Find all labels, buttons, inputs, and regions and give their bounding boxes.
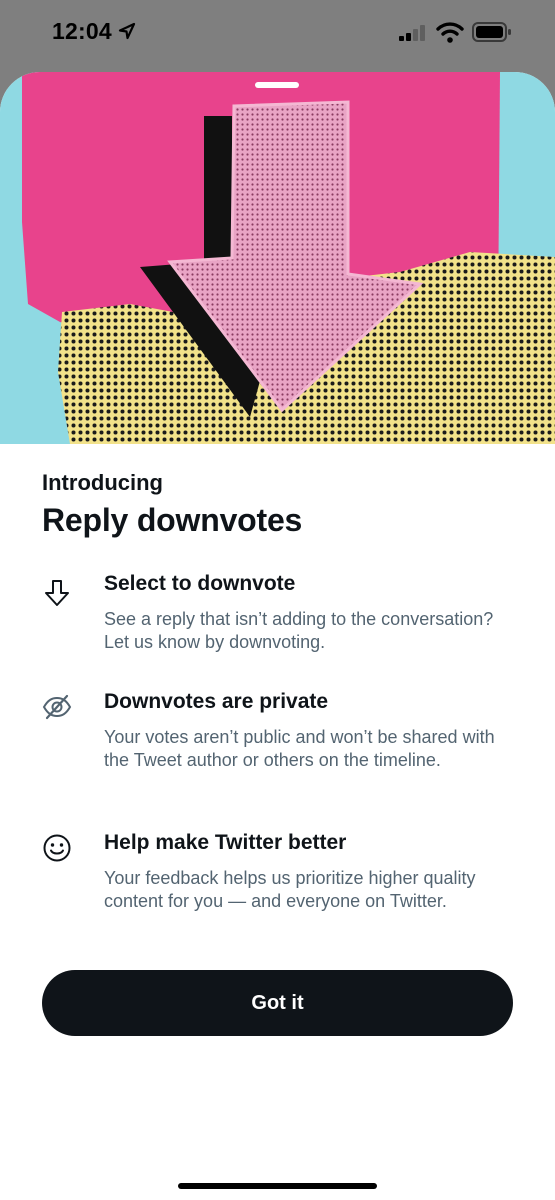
battery-icon	[472, 22, 512, 47]
feature-description: Your votes aren’t public and won’t be sh…	[104, 727, 495, 770]
bottom-sheet: Introducing Reply downvotes Select to do…	[0, 72, 555, 1200]
status-time: 12:04	[52, 18, 112, 44]
sheet-title: Reply downvotes	[42, 502, 303, 538]
wifi-icon	[436, 21, 464, 48]
eye-slash-icon	[42, 692, 72, 727]
hero-illustration	[0, 72, 555, 444]
arrow-down-icon	[42, 578, 72, 613]
feature-description: Your feedback helps us prioritize higher…	[104, 868, 476, 911]
got-it-button[interactable]: Got it	[42, 970, 513, 1036]
feature-title: Select to downvote	[104, 572, 296, 595]
status-bar: 12:04	[0, 0, 555, 70]
feature-title: Help make Twitter better	[104, 831, 347, 854]
eyebrow-text: Introducing	[42, 470, 163, 495]
home-indicator	[178, 1183, 377, 1189]
feature-description: See a reply that isn’t adding to the con…	[104, 609, 494, 652]
cellular-signal-icon	[399, 25, 427, 46]
sheet-grabber[interactable]	[255, 82, 299, 88]
location-arrow-icon	[118, 22, 136, 45]
smiley-icon	[42, 833, 72, 868]
feature-title: Downvotes are private	[104, 690, 329, 713]
